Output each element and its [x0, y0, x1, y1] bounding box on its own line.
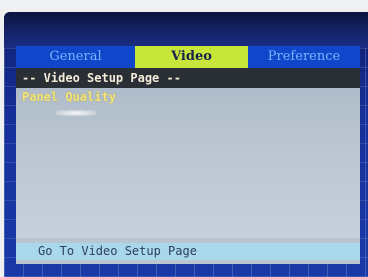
tab-video[interactable]: Video — [135, 46, 248, 68]
tab-preference[interactable]: Preference — [248, 46, 360, 68]
menu-item-panel-quality[interactable]: Panel Quality — [22, 90, 116, 104]
menu-content: Panel Quality — [16, 88, 360, 238]
osd-menu: General Video Preference -- Video Setup … — [16, 46, 360, 264]
page-heading: -- Video Setup Page -- — [16, 68, 360, 88]
tv-screen: General Video Preference -- Video Setup … — [4, 12, 368, 277]
screen-top-band — [4, 12, 368, 48]
tab-bar: General Video Preference — [16, 46, 360, 68]
status-bar: Go To Video Setup Page — [16, 243, 360, 260]
tab-general[interactable]: General — [16, 46, 135, 68]
screen-glare — [56, 110, 96, 116]
